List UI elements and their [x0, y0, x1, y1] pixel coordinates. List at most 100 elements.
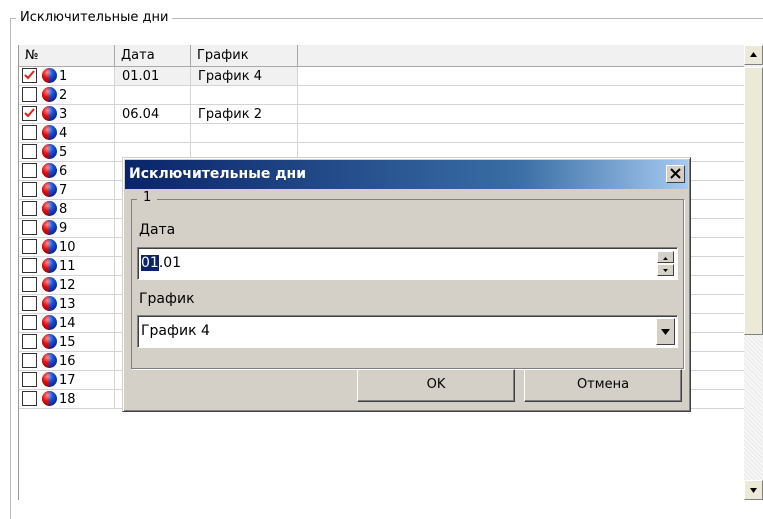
number-cell: 9 [19, 219, 115, 238]
empty-cell [298, 67, 745, 86]
row-checkbox[interactable] [22, 277, 37, 292]
row-number: 3 [59, 107, 68, 122]
row-checkbox[interactable] [22, 68, 37, 83]
number-cell: 14 [19, 314, 115, 333]
row-number: 12 [59, 278, 76, 293]
number-cell: 10 [19, 238, 115, 257]
number-cell: 2 [19, 86, 115, 105]
row-number: 11 [59, 259, 76, 274]
status-ball-icon [42, 258, 57, 273]
row-number: 17 [59, 373, 76, 388]
status-ball-icon [42, 372, 57, 387]
row-number: 7 [59, 183, 68, 198]
status-ball-icon [42, 220, 57, 235]
row-checkbox[interactable] [22, 220, 37, 235]
exception-day-dialog: Исключительные дни 1 Дата 01.01 График Г… [122, 157, 691, 412]
empty-cell [298, 124, 745, 143]
row-checkbox[interactable] [22, 372, 37, 387]
row-checkbox[interactable] [22, 163, 37, 178]
row-number: 6 [59, 164, 68, 179]
row-checkbox[interactable] [22, 182, 37, 197]
row-checkbox[interactable] [22, 315, 37, 330]
column-header-empty [298, 45, 745, 67]
date-spinner[interactable] [657, 251, 674, 276]
entry-group-label: 1 [137, 190, 158, 205]
row-checkbox[interactable] [22, 144, 37, 159]
status-ball-icon [42, 163, 57, 178]
spin-down-icon [663, 269, 668, 272]
schedule-cell[interactable] [191, 124, 298, 143]
number-cell: 16 [19, 352, 115, 371]
status-ball-icon [42, 391, 57, 406]
number-cell: 3 [19, 105, 115, 124]
row-number: 15 [59, 335, 76, 350]
spin-up-button[interactable] [657, 251, 674, 263]
dialog-title: Исключительные дни [129, 166, 307, 182]
status-ball-icon [42, 239, 57, 254]
row-number: 10 [59, 240, 76, 255]
scroll-thumb[interactable] [744, 67, 763, 335]
ok-button[interactable]: OK [357, 369, 515, 402]
date-label: Дата [139, 222, 176, 238]
number-cell: 8 [19, 200, 115, 219]
row-number: 9 [59, 221, 68, 236]
close-icon [670, 168, 681, 179]
status-ball-icon [42, 296, 57, 311]
row-number: 16 [59, 354, 76, 369]
row-number: 8 [59, 202, 68, 217]
schedule-cell[interactable]: График 2 [191, 105, 298, 124]
status-ball-icon [42, 315, 57, 330]
spin-down-button[interactable] [657, 264, 674, 276]
row-checkbox[interactable] [22, 106, 37, 121]
chevron-down-icon [661, 329, 670, 335]
cancel-button[interactable]: Отмена [524, 369, 682, 402]
number-cell: 4 [19, 124, 115, 143]
date-cell[interactable] [115, 86, 191, 105]
row-number: 2 [59, 88, 68, 103]
row-number: 18 [59, 392, 76, 407]
number-cell: 5 [19, 143, 115, 162]
dialog-title-bar[interactable]: Исключительные дни [125, 160, 688, 189]
row-checkbox[interactable] [22, 239, 37, 254]
status-ball-icon [42, 87, 57, 102]
dropdown-button[interactable] [656, 318, 675, 345]
column-header-schedule[interactable]: График [191, 45, 298, 67]
number-cell: 17 [19, 371, 115, 390]
vertical-scrollbar[interactable] [744, 45, 763, 500]
checkmark-icon [24, 108, 35, 118]
close-button[interactable] [666, 165, 685, 183]
status-ball-icon [42, 182, 57, 197]
table-row[interactable]: 4 [19, 124, 745, 143]
date-cell[interactable]: 06.04 [115, 105, 191, 124]
row-checkbox[interactable] [22, 296, 37, 311]
row-number: 13 [59, 297, 76, 312]
number-cell: 6 [19, 162, 115, 181]
row-number: 1 [59, 69, 68, 84]
schedule-cell[interactable] [191, 86, 298, 105]
number-cell: 1 [19, 67, 115, 86]
scroll-up-button[interactable] [744, 45, 763, 65]
table-row[interactable]: 2 [19, 86, 745, 105]
schedule-cell[interactable]: График 4 [191, 67, 298, 86]
number-cell: 15 [19, 333, 115, 352]
date-cell[interactable] [115, 124, 191, 143]
row-checkbox[interactable] [22, 201, 37, 216]
row-checkbox[interactable] [22, 334, 37, 349]
schedule-dropdown[interactable]: График 4 [137, 315, 678, 348]
schedule-label: График [139, 291, 195, 307]
scroll-down-button[interactable] [744, 480, 763, 500]
column-header-number[interactable]: № [19, 45, 115, 67]
checkmark-icon [24, 70, 35, 80]
row-checkbox[interactable] [22, 258, 37, 273]
row-checkbox[interactable] [22, 125, 37, 140]
arrow-up-icon [750, 52, 757, 57]
table-row[interactable]: 3 06.04 График 2 [19, 105, 745, 124]
table-row[interactable]: 1 01.01 График 4 [19, 67, 745, 86]
column-header-date[interactable]: Дата [115, 45, 191, 67]
row-checkbox[interactable] [22, 87, 37, 102]
date-spin-field[interactable]: 01.01 [137, 247, 678, 280]
row-checkbox[interactable] [22, 353, 37, 368]
date-cell[interactable]: 01.01 [115, 67, 191, 86]
row-checkbox[interactable] [22, 391, 37, 406]
groupbox-title: Исключительные дни [16, 10, 173, 26]
